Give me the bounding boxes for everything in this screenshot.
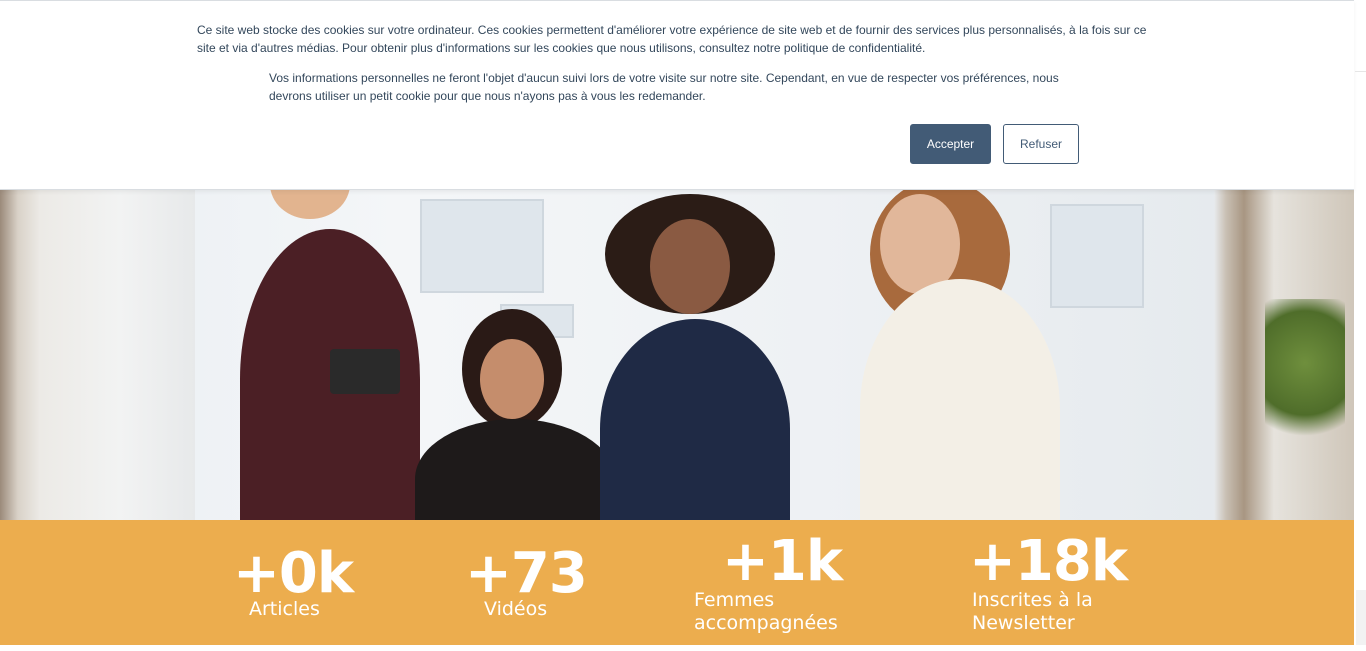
scrollbar-edge	[1356, 590, 1366, 645]
stat-value: +0k	[233, 541, 354, 606]
stat-newsletter: +18k Inscrites à la Newsletter	[969, 532, 1129, 635]
background-window-right	[1050, 204, 1144, 308]
coffee-cup	[330, 349, 400, 394]
stat-women: +1k Femmes accompagnées	[694, 532, 884, 635]
stat-value: +1k	[722, 529, 843, 594]
person-face	[480, 339, 544, 419]
stat-label: Inscrites à la Newsletter	[972, 589, 1093, 634]
stat-label: Femmes accompagnées	[694, 589, 838, 634]
person-right	[860, 279, 1060, 520]
hero-image	[0, 189, 1354, 520]
background-window	[420, 199, 544, 293]
stat-value: +73	[465, 541, 588, 606]
stat-value: +18k	[969, 529, 1128, 594]
stats-band: +0k Articles +73 Vidéos +1k Femmes accom…	[0, 520, 1354, 645]
plant	[1265, 299, 1345, 459]
person-head	[270, 189, 350, 219]
accept-button[interactable]: Accepter	[910, 124, 991, 164]
person-right-center	[600, 319, 790, 520]
person-center	[415, 419, 615, 520]
scrollbar-edge	[1355, 71, 1366, 72]
stat-videos: +73 Vidéos	[465, 541, 588, 621]
window-frame-left	[0, 189, 195, 520]
cookie-secondary-text: Vos informations personnelles ne feront …	[269, 71, 1059, 103]
cookie-main-text: Ce site web stocke des cookies sur votre…	[197, 23, 1147, 55]
cookie-banner: Ce site web stocke des cookies sur votre…	[0, 0, 1354, 190]
refuse-button[interactable]: Refuser	[1003, 124, 1079, 164]
stat-articles: +0k Articles	[233, 541, 354, 621]
person-face	[650, 219, 730, 314]
